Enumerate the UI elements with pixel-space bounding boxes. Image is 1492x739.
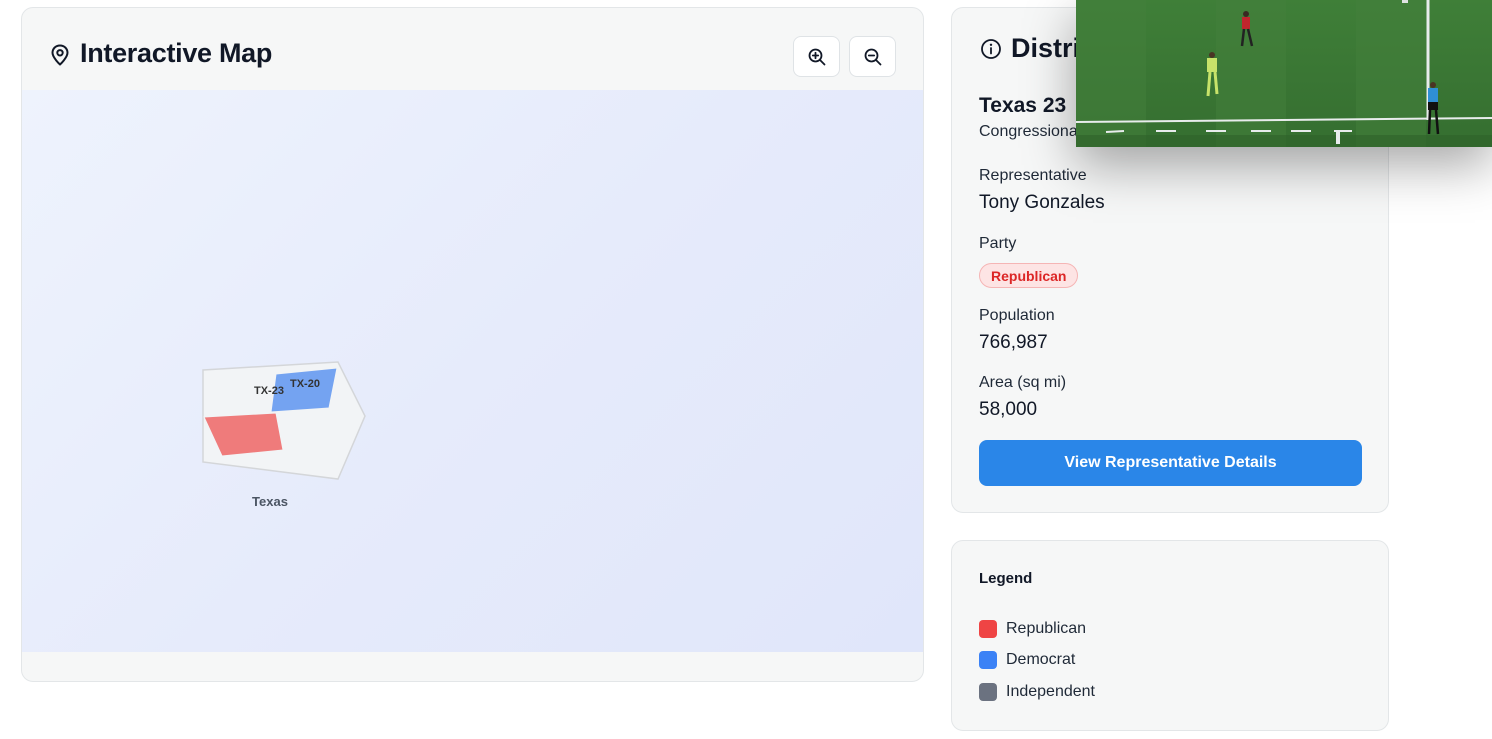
zoom-in-button[interactable]: [793, 36, 840, 77]
zoom-out-button[interactable]: [849, 36, 896, 77]
legend-swatch-republican: [979, 620, 997, 638]
floating-video-player[interactable]: [1076, 0, 1492, 147]
map-header: Interactive Map: [22, 8, 923, 90]
legend-title: Legend: [979, 570, 1033, 587]
legend-swatch-independent: [979, 683, 997, 701]
zoom-in-icon: [808, 48, 825, 65]
map-pin-icon: [51, 44, 69, 66]
area-label: Area (sq mi): [979, 374, 1067, 391]
legend-label: Republican: [1006, 620, 1087, 637]
legend-item-independent: Independent: [979, 682, 1095, 702]
legend-label: Independent: [1006, 683, 1095, 700]
zoom-out-icon: [864, 48, 881, 65]
district-name: Texas 23: [979, 94, 1067, 117]
info-icon: [981, 39, 1001, 59]
map-card: Interactive Map TX-23 TX-20 Texas: [21, 7, 924, 682]
population-label: Population: [979, 307, 1055, 324]
legend-item-democrat: Democrat: [979, 650, 1075, 670]
legend-card: Legend Republican Democrat Independent: [951, 540, 1389, 731]
view-representative-details-button[interactable]: View Representative Details: [979, 440, 1362, 486]
video-frame: [1076, 0, 1492, 147]
legend-item-republican: Republican: [979, 619, 1086, 639]
legend-label: Democrat: [1006, 651, 1076, 668]
district-tx-20-label: TX-20: [290, 378, 320, 390]
party-badge: Republican: [979, 263, 1079, 288]
map-canvas[interactable]: TX-23 TX-20 Texas: [22, 90, 923, 652]
state-label: Texas: [252, 494, 288, 509]
district-tx-23-label: TX-23: [254, 385, 284, 397]
representative-label: Representative: [979, 167, 1087, 184]
representative-value: Tony Gonzales: [979, 192, 1105, 213]
area-value: 58,000: [979, 399, 1038, 420]
legend-swatch-democrat: [979, 651, 997, 669]
party-label: Party: [979, 235, 1017, 252]
population-value: 766,987: [979, 332, 1048, 353]
map-title: Interactive Map: [80, 38, 273, 68]
